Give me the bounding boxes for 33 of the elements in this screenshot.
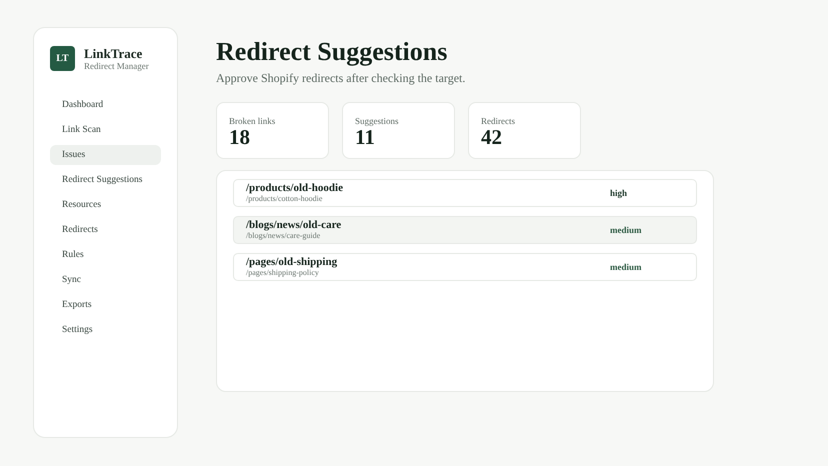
nav-item[interactable]: Redirects — [50, 220, 161, 240]
target-path: /products/cotton-hoodie — [246, 194, 324, 204]
app-name: LinkTrace — [84, 46, 144, 61]
stat-value: 18 — [229, 126, 251, 148]
suggestion-row[interactable]: /products/old-hoodie /products/cotton-hoodie high — [233, 179, 697, 207]
suggestion-row[interactable]: /pages/old-shipping /pages/shipping-policy medium — [233, 253, 697, 281]
stat-label: Broken links — [229, 116, 276, 126]
nav-item[interactable]: Issues — [50, 145, 161, 165]
nav-item[interactable]: Dashboard — [50, 95, 161, 115]
confidence-label: medium — [610, 262, 642, 272]
suggestion-row[interactable]: /blogs/news/old-care /blogs/news/care-guide medium — [233, 216, 697, 244]
nav-item[interactable]: Link Scan — [50, 120, 161, 140]
nav-item[interactable]: Rules — [50, 245, 161, 265]
stat-label: Redirects — [481, 116, 516, 126]
nav-item[interactable]: Settings — [50, 320, 161, 340]
stat-value: 42 — [481, 126, 503, 148]
confidence-label: medium — [610, 225, 642, 235]
page-title: Redirect Suggestions — [216, 37, 448, 67]
nav-item[interactable]: Sync — [50, 270, 161, 290]
source-path: /products/old-hoodie — [246, 182, 344, 194]
app-subtitle: Redirect Manager — [84, 61, 149, 71]
confidence-label: high — [610, 188, 628, 198]
nav-item[interactable]: Exports — [50, 295, 161, 315]
target-path: /pages/shipping-policy — [246, 268, 320, 278]
nav-item[interactable]: Redirect Suggestions — [50, 170, 161, 190]
target-path: /blogs/news/care-guide — [246, 231, 322, 241]
source-path: /pages/old-shipping — [246, 256, 338, 268]
nav-item[interactable]: Resources — [50, 195, 161, 215]
stat-value: 11 — [355, 126, 375, 148]
stat-label: Suggestions — [355, 116, 400, 126]
logo-badge: LT — [50, 46, 75, 71]
page-subtitle: Approve Shopify redirects after checking the target. — [216, 71, 466, 86]
source-path: /blogs/news/old-care — [246, 219, 342, 231]
